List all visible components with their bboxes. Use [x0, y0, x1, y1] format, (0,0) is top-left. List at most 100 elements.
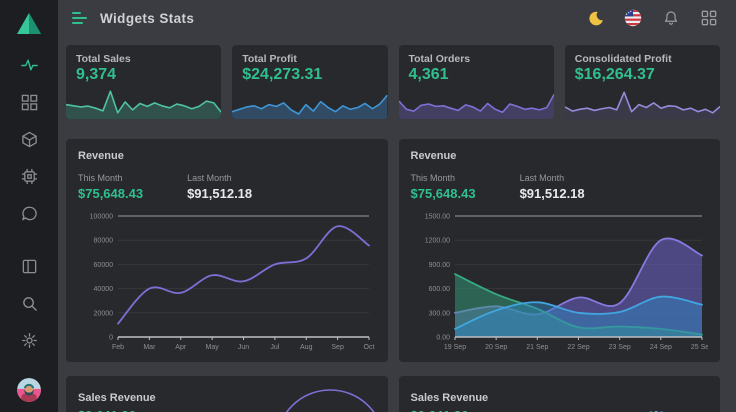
- menu-toggle-button[interactable]: [72, 12, 88, 24]
- sparkline-chart: [565, 87, 720, 119]
- stat-value: $24,273.31: [232, 65, 387, 84]
- bottom-row: Sales Revenue $9,641.26 Sales Revenue $9…: [66, 376, 720, 412]
- charts-row: Revenue This Month $75,648.43 Last Month…: [66, 139, 720, 362]
- svg-text:25 Sep: 25 Sep: [690, 344, 707, 351]
- dark-mode-toggle-button[interactable]: [586, 9, 604, 27]
- svg-text:Feb: Feb: [112, 344, 124, 351]
- topbar: Widgets Stats: [58, 0, 736, 36]
- stat-card-total-profit: Total Profit $24,273.31: [232, 45, 387, 119]
- sidebar-item-docs[interactable]: [20, 257, 38, 275]
- svg-text:22 Sep: 22 Sep: [567, 344, 589, 351]
- avatar-image: [17, 378, 41, 402]
- svg-text:Jun: Jun: [238, 344, 249, 351]
- last-month-value: $91,512.18: [520, 186, 585, 201]
- stat-card-consolidated-profit: Consolidated Profit $16,264.37: [565, 45, 720, 119]
- stat-label: Total Orders: [399, 45, 554, 65]
- svg-text:May: May: [206, 344, 220, 351]
- revenue-panel-monthly: Revenue This Month $75,648.43 Last Month…: [66, 139, 388, 362]
- sidebar-item-widgets[interactable]: [20, 93, 38, 111]
- panel-title: Revenue: [411, 150, 709, 162]
- svg-text:1200.00: 1200.00: [424, 238, 449, 245]
- cpu-icon: [21, 168, 38, 185]
- page-title: Widgets Stats: [100, 11, 194, 26]
- revenue-summary: This Month $75,648.43 Last Month $91,512…: [411, 173, 709, 201]
- svg-text:21 Sep: 21 Sep: [526, 344, 548, 351]
- bell-icon: [663, 10, 679, 26]
- us-flag-icon: [624, 9, 642, 27]
- stats-row: Total Sales 9,374 Total Profit $24,273.3…: [66, 45, 720, 119]
- sidebar: [0, 0, 58, 412]
- sparkline-chart: [66, 87, 221, 119]
- sparkline-chart: [232, 87, 387, 119]
- sales-revenue-value: $9,641.26: [411, 408, 709, 412]
- svg-text:19 Sep: 19 Sep: [443, 344, 465, 351]
- app-logo[interactable]: [16, 12, 42, 40]
- sidebar-bottom: [17, 257, 41, 402]
- svg-text:80000: 80000: [94, 238, 114, 245]
- gear-icon: [21, 332, 38, 349]
- svg-text:Oct: Oct: [364, 344, 375, 351]
- sales-revenue-panel-right: Sales Revenue $9,641.26: [399, 376, 721, 412]
- revenue-area-chart: 0.00 300.00 600.00 900.00 1200.00 1500.00 19 S…: [411, 209, 708, 355]
- sidebar-item-dashboard[interactable]: [20, 56, 38, 74]
- this-month-value: $75,648.43: [78, 186, 143, 201]
- svg-text:0.00: 0.00: [436, 335, 450, 342]
- svg-text:600.00: 600.00: [428, 286, 450, 293]
- svg-text:0: 0: [109, 335, 113, 342]
- panel-title: Sales Revenue: [411, 392, 709, 404]
- activity-icon: [21, 57, 38, 74]
- stat-value: $16,264.37: [565, 65, 720, 84]
- revenue-panel-daily: Revenue This Month $75,648.43 Last Month…: [399, 139, 721, 362]
- last-month-label: Last Month: [520, 173, 585, 183]
- sidebar-nav: [20, 56, 38, 222]
- sidebar-item-search[interactable]: [20, 294, 38, 312]
- logo-triangle-icon: [16, 12, 42, 35]
- this-month-label: This Month: [411, 173, 476, 183]
- svg-text:Aug: Aug: [300, 344, 313, 351]
- main-area: Widgets Stats: [58, 0, 736, 412]
- svg-text:Apr: Apr: [175, 344, 187, 351]
- revenue-summary: This Month $75,648.43 Last Month $91,512…: [78, 173, 376, 201]
- stat-card-total-orders: Total Orders 4,361: [399, 45, 554, 119]
- svg-text:300.00: 300.00: [428, 310, 450, 317]
- last-month-label: Last Month: [187, 173, 252, 183]
- stat-value: 9,374: [66, 65, 221, 84]
- svg-text:23 Sep: 23 Sep: [608, 344, 630, 351]
- svg-text:Sep: Sep: [331, 344, 344, 351]
- content: Total Sales 9,374 Total Profit $24,273.3…: [58, 36, 736, 412]
- stat-label: Consolidated Profit: [565, 45, 720, 65]
- topbar-actions: [586, 9, 718, 27]
- language-selector-button[interactable]: [624, 9, 642, 27]
- sidebar-item-settings[interactable]: [20, 331, 38, 349]
- sidebar-item-products[interactable]: [20, 130, 38, 148]
- stat-card-total-sales: Total Sales 9,374: [66, 45, 221, 119]
- search-icon: [21, 295, 38, 312]
- stat-label: Total Sales: [66, 45, 221, 65]
- svg-text:100000: 100000: [90, 214, 113, 221]
- revenue-line-chart: 020000400006000080000100000FebMarAprMayJ…: [78, 209, 375, 355]
- notifications-button[interactable]: [662, 9, 680, 27]
- this-month-value: $75,648.43: [411, 186, 476, 201]
- moon-icon: [587, 10, 604, 27]
- sparkline-chart: [399, 87, 554, 119]
- svg-text:20 Sep: 20 Sep: [485, 344, 507, 351]
- panel-title: Sales Revenue: [78, 392, 376, 404]
- package-icon: [21, 131, 38, 148]
- sales-revenue-value: $9,641.26: [78, 408, 376, 412]
- stat-value: 4,361: [399, 65, 554, 84]
- layout-icon: [21, 258, 38, 275]
- sidebar-item-system[interactable]: [20, 167, 38, 185]
- apps-grid-icon: [701, 10, 717, 26]
- svg-text:900.00: 900.00: [428, 262, 450, 269]
- svg-text:Jul: Jul: [270, 344, 279, 351]
- svg-text:20000: 20000: [94, 310, 114, 317]
- this-month-label: This Month: [78, 173, 143, 183]
- user-avatar[interactable]: [17, 378, 41, 402]
- svg-text:1500.00: 1500.00: [424, 214, 449, 221]
- stat-label: Total Profit: [232, 45, 387, 65]
- last-month-value: $91,512.18: [187, 186, 252, 201]
- sidebar-item-messages[interactable]: [20, 204, 38, 222]
- panel-title: Revenue: [78, 150, 376, 162]
- svg-text:Mar: Mar: [143, 344, 156, 351]
- apps-grid-button[interactable]: [700, 9, 718, 27]
